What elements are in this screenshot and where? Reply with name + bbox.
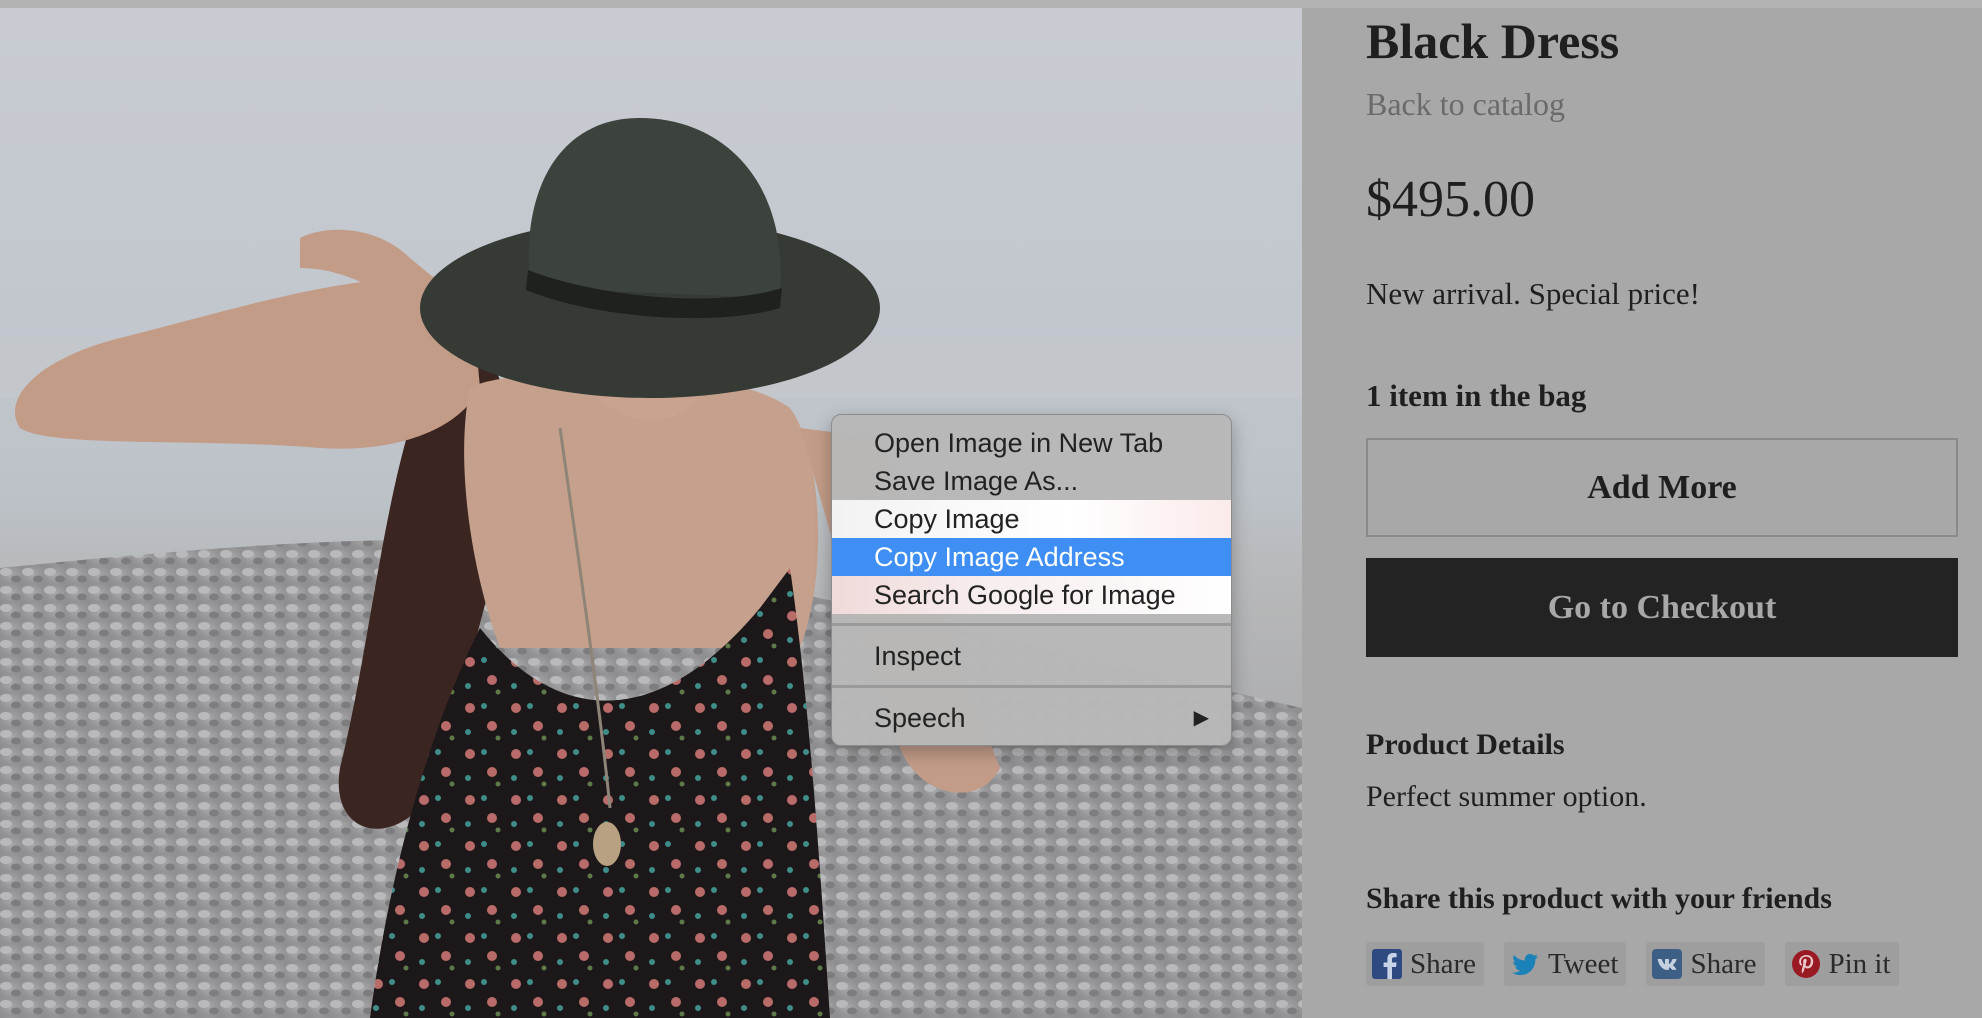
bag-status: 1 item in the bag	[1366, 378, 1587, 413]
vk-icon	[1652, 949, 1683, 979]
menu-item-speech-label: Speech	[874, 703, 966, 733]
menu-item-save-image-as[interactable]: Save Image As...	[832, 462, 1231, 500]
product-title: Black Dress	[1366, 13, 1620, 69]
facebook-share-button[interactable]: Share	[1366, 942, 1485, 986]
vk-share-label: Share	[1690, 947, 1757, 980]
facebook-icon	[1372, 949, 1402, 979]
share-buttons: Share Tweet Share Pin it	[1366, 942, 1899, 986]
facebook-share-label: Share	[1410, 947, 1477, 980]
menu-item-inspect[interactable]: Inspect	[832, 637, 1231, 675]
checkout-button[interactable]: Go to Checkout	[1366, 558, 1958, 657]
menu-item-copy-image-address[interactable]: Copy Image Address	[832, 538, 1231, 576]
twitter-share-button[interactable]: Tweet	[1504, 942, 1627, 986]
submenu-arrow-icon: ▶	[1193, 707, 1209, 729]
image-context-menu: Open Image in New Tab Save Image As... C…	[831, 414, 1232, 746]
twitter-share-label: Tweet	[1548, 947, 1619, 980]
product-details-heading: Product Details	[1366, 728, 1565, 761]
twitter-icon	[1510, 949, 1540, 979]
pinterest-icon	[1791, 949, 1821, 979]
menu-separator	[832, 623, 1231, 626]
top-strip	[0, 0, 1982, 8]
product-description: New arrival. Special price!	[1366, 276, 1700, 311]
pinterest-share-label: Pin it	[1828, 947, 1891, 980]
back-to-catalog-link[interactable]: Back to catalog	[1366, 86, 1565, 123]
menu-item-search-google-for-image[interactable]: Search Google for Image	[832, 576, 1231, 614]
menu-item-copy-image[interactable]: Copy Image	[832, 500, 1231, 538]
menu-item-open-image-new-tab[interactable]: Open Image in New Tab	[832, 424, 1231, 462]
product-details-text: Perfect summer option.	[1366, 780, 1647, 813]
product-price: $495.00	[1366, 171, 1535, 228]
add-more-button[interactable]: Add More	[1366, 438, 1958, 537]
menu-separator	[832, 685, 1231, 688]
menu-item-speech[interactable]: Speech ▶	[832, 699, 1231, 737]
vk-share-button[interactable]: Share	[1646, 942, 1765, 986]
share-heading: Share this product with your friends	[1366, 882, 1832, 915]
pinterest-share-button[interactable]: Pin it	[1784, 942, 1899, 986]
